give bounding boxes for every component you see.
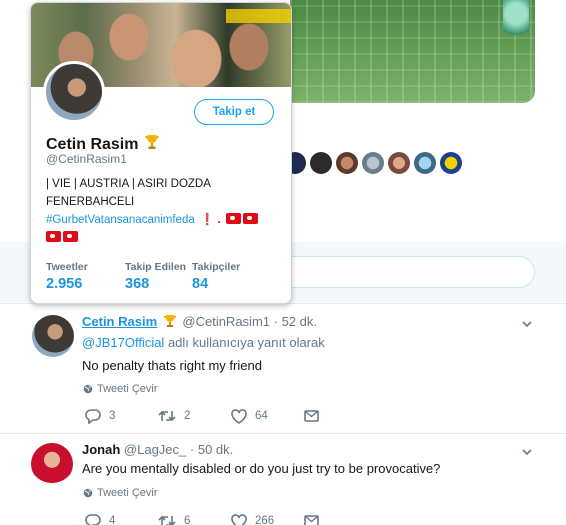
profile-bio: | VIE | AUSTRIA | ASIRI DOZDA FENERBAHCE… xyxy=(46,175,281,247)
goalkeeper xyxy=(503,0,529,46)
globe-icon xyxy=(83,384,93,394)
dm-icon xyxy=(304,515,319,525)
stat-tweets[interactable]: Tweetler 2.956 xyxy=(46,261,125,292)
timestamp[interactable]: · 52 dk. xyxy=(274,314,317,329)
retweet-button[interactable]: 2 xyxy=(158,408,231,424)
liker-avatar[interactable] xyxy=(336,152,358,174)
tweet-media-image[interactable] xyxy=(290,0,535,103)
like-button[interactable]: 64 xyxy=(231,408,304,424)
turkey-flag-icon xyxy=(63,231,78,242)
avatar[interactable] xyxy=(32,315,74,357)
tweet-actions: 4 6 266 xyxy=(85,513,377,525)
translate-label[interactable]: Tweeti Çevir xyxy=(97,383,158,395)
stat-label: Takipçiler xyxy=(192,261,241,273)
author-handle[interactable]: @CetinRasim1 xyxy=(182,314,270,329)
retweet-icon xyxy=(158,410,176,422)
retweet-count: 2 xyxy=(184,410,191,422)
bio-line: | VIE | AUSTRIA | ASIRI DOZDA xyxy=(46,178,211,190)
like-count: 64 xyxy=(255,410,268,422)
bio-punctuation: ❗ . xyxy=(199,214,221,226)
retweet-count: 6 xyxy=(184,515,191,525)
tweet-actions: 3 2 64 xyxy=(85,408,377,424)
liker-avatar[interactable] xyxy=(388,152,410,174)
like-count: 266 xyxy=(255,515,275,525)
profile-name-text[interactable]: Cetin Rasim xyxy=(46,136,138,154)
stat-following[interactable]: Takip Edilen 368 xyxy=(125,261,192,292)
liker-avatar[interactable] xyxy=(440,152,462,174)
dm-button[interactable] xyxy=(304,513,377,525)
reply-button[interactable]: 4 xyxy=(85,513,158,525)
stat-label: Tweetler xyxy=(46,261,88,273)
translate-link[interactable]: Tweeti Çevir xyxy=(83,383,158,395)
author-name[interactable]: Jonah xyxy=(82,442,120,457)
dm-icon xyxy=(304,410,319,422)
avatar[interactable] xyxy=(31,443,73,485)
globe-icon xyxy=(83,488,93,498)
stat-value: 2.956 xyxy=(46,276,83,292)
turkey-flag-icon xyxy=(225,213,241,224)
translate-label[interactable]: Tweeti Çevir xyxy=(97,487,158,499)
liker-avatar[interactable] xyxy=(362,152,384,174)
reply-icon xyxy=(85,409,101,424)
stat-followers[interactable]: Takipçiler 84 xyxy=(192,261,282,292)
twitter-page: Cetin Rasim @CetinRasim1 · 52 dk. @JB17O… xyxy=(0,0,566,525)
follow-button[interactable]: Takip et xyxy=(194,99,274,125)
profile-handle[interactable]: @CetinRasim1 xyxy=(46,152,127,166)
retweet-icon xyxy=(158,515,176,525)
tweet-text: Are you mentally disabled or do you just… xyxy=(82,461,441,476)
reply-icon xyxy=(85,514,101,525)
stat-label: Takip Edilen xyxy=(125,261,187,273)
retweet-button[interactable]: 6 xyxy=(158,513,231,525)
reply-to-link[interactable]: @JB17Official xyxy=(82,335,164,350)
timestamp[interactable]: · 50 dk. xyxy=(190,442,233,457)
turkey-flag-icon xyxy=(46,231,61,242)
profile-stats: Tweetler 2.956 Takip Edilen 368 Takipçil… xyxy=(46,261,282,292)
reply-to-suffix: adlı kullanıcıya yanıt olarak xyxy=(164,335,325,350)
reply-input[interactable] xyxy=(285,256,535,288)
stat-value: 84 xyxy=(192,276,209,292)
trophy-icon xyxy=(144,134,160,155)
chevron-down-icon[interactable] xyxy=(522,444,532,456)
reply-count: 3 xyxy=(109,410,116,422)
chevron-down-icon[interactable] xyxy=(522,316,532,328)
translate-link[interactable]: Tweeti Çevir xyxy=(83,487,158,499)
reply-button[interactable]: 3 xyxy=(85,408,158,424)
reply-count: 4 xyxy=(109,515,116,525)
liked-by-avatars xyxy=(284,152,462,174)
author-name[interactable]: Cetin Rasim xyxy=(82,314,157,329)
dm-button[interactable] xyxy=(304,408,377,424)
tweet-header: Jonah @LagJec_ · 50 dk. xyxy=(82,442,233,457)
liker-avatar[interactable] xyxy=(414,152,436,174)
profile-hover-card: Takip et Cetin Rasim @CetinRasim1 | VIE … xyxy=(30,2,292,304)
like-icon xyxy=(231,513,247,525)
tweet-item[interactable]: Jonah @LagJec_ · 50 dk. Are you mentally… xyxy=(0,433,566,525)
profile-avatar[interactable] xyxy=(43,61,105,123)
tweet-item[interactable]: Cetin Rasim @CetinRasim1 · 52 dk. @JB17O… xyxy=(0,303,566,433)
stat-value: 368 xyxy=(125,276,150,292)
bio-hashtag[interactable]: #GurbetVatansanacanimfeda xyxy=(46,214,195,226)
turkey-flag-icon xyxy=(242,213,258,224)
like-icon xyxy=(231,408,247,424)
reply-context: @JB17Official adlı kullanıcıya yanıt ola… xyxy=(82,335,325,350)
like-button[interactable]: 266 xyxy=(231,513,304,525)
tweet-header: Cetin Rasim @CetinRasim1 · 52 dk. xyxy=(82,314,317,331)
bio-line: FENERBAHCELI xyxy=(46,196,135,208)
banner-sign xyxy=(226,9,291,23)
goal-net xyxy=(290,0,535,103)
author-handle[interactable]: @LagJec_ xyxy=(124,442,186,457)
trophy-icon xyxy=(163,314,177,331)
tweet-text: No penalty thats right my friend xyxy=(82,358,262,373)
liker-avatar[interactable] xyxy=(310,152,332,174)
